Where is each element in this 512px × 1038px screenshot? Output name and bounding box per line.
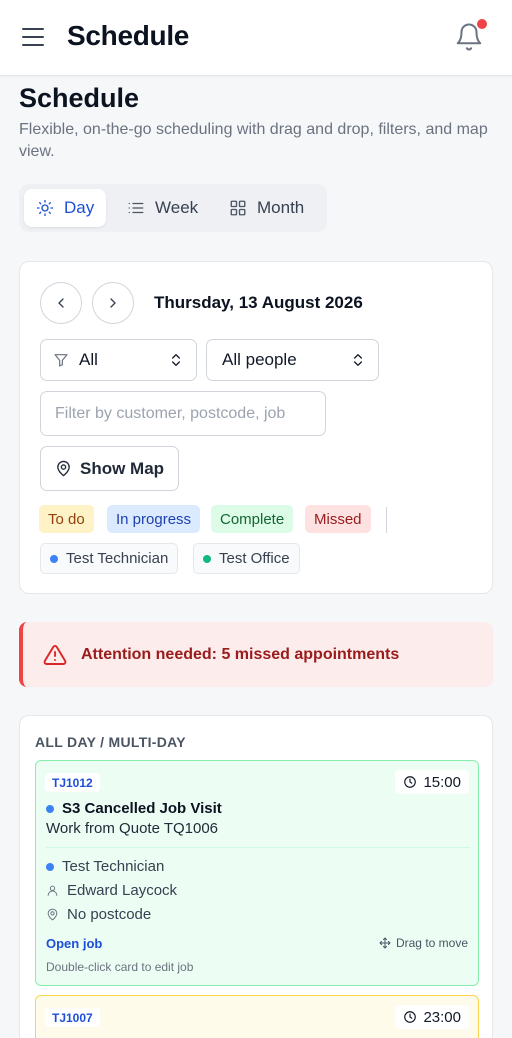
job-subtitle: Work from Quote TQ1006: [46, 820, 219, 837]
updown-chevron-icon: [172, 354, 180, 366]
person-color-dot: [203, 554, 211, 563]
job-customer-name: Edward Laycock: [67, 882, 178, 899]
filters-card: Thursday, 13 August 2026 All All people …: [19, 261, 493, 594]
warning-triangle-icon: [43, 644, 67, 665]
list-icon: [128, 202, 144, 214]
notification-badge: [477, 19, 487, 29]
job-technician: Test Technician: [46, 858, 164, 875]
sun-icon: [36, 199, 54, 217]
schedule-list: ALL DAY / MULTI-DAY TJ1012 15:00 S3 Canc…: [19, 715, 493, 1038]
move-icon: [379, 937, 391, 949]
people-select[interactable]: All people: [206, 339, 379, 381]
status-dot: [46, 804, 54, 813]
job-reference: TJ1012: [45, 773, 100, 792]
next-day-button[interactable]: [92, 282, 134, 324]
missed-appointments-alert: Attention needed: 5 missed appointments: [19, 622, 493, 687]
updown-chevron-icon: [354, 354, 362, 366]
job-time: 15:00: [395, 770, 469, 794]
current-date: Thursday, 13 August 2026: [154, 293, 363, 312]
tab-month-label: Month: [257, 198, 305, 217]
status-select[interactable]: All: [40, 339, 197, 381]
view-tabs: Day Week Month: [19, 184, 327, 232]
job-title: S3 Cancelled Job Visit: [46, 800, 222, 817]
job-customer: Edward Laycock: [46, 882, 177, 899]
job-time: 23:00: [395, 1005, 469, 1029]
person-color-dot: [50, 554, 58, 563]
show-map-label: Show Map: [80, 458, 165, 478]
job-postcode-text: No postcode: [67, 906, 152, 923]
grid-icon: [230, 200, 246, 216]
drag-handle[interactable]: Drag to move: [379, 936, 468, 950]
alert-text: Attention needed: 5 missed appointments: [81, 645, 400, 663]
job-postcode: No postcode: [46, 906, 151, 923]
show-map-button[interactable]: Show Map: [40, 446, 179, 491]
filter-icon: [54, 354, 68, 367]
hamburger-menu-icon[interactable]: [22, 28, 44, 46]
app-title: Schedule: [67, 20, 190, 51]
technician-dot: [46, 862, 54, 871]
status-select-value: All: [79, 350, 98, 369]
tab-month[interactable]: Month: [217, 189, 316, 227]
open-job-link[interactable]: Open job: [46, 936, 102, 951]
person-chip-label: Test Office: [219, 550, 290, 567]
chip-to-do[interactable]: To do: [39, 505, 94, 533]
prev-day-button[interactable]: [40, 282, 82, 324]
person-chip-test-office[interactable]: Test Office: [193, 543, 300, 574]
page-title: Schedule: [19, 83, 140, 113]
chip-in-progress[interactable]: In progress: [107, 505, 201, 533]
job-card[interactable]: TJ1012 15:00 S3 Cancelled Job Visit Work…: [35, 760, 479, 986]
divider: [46, 847, 470, 848]
chip-missed[interactable]: Missed: [305, 505, 371, 533]
top-bar: Schedule: [0, 0, 512, 76]
tab-week-label: Week: [155, 198, 199, 217]
tab-day-label: Day: [64, 198, 95, 217]
tab-week[interactable]: Week: [115, 189, 210, 227]
section-heading: ALL DAY / MULTI-DAY: [35, 734, 186, 750]
edit-hint: Double-click card to edit job: [46, 960, 194, 974]
chip-complete[interactable]: Complete: [211, 505, 294, 533]
person-chip-label: Test Technician: [66, 550, 169, 567]
job-reference: TJ1007: [45, 1008, 100, 1027]
job-time-value: 15:00: [423, 773, 461, 791]
job-time-value: 23:00: [423, 1008, 461, 1026]
job-card[interactable]: TJ1007 23:00: [35, 995, 479, 1038]
map-pin-icon: [57, 460, 70, 477]
clock-icon: [404, 1011, 417, 1023]
page-subtitle: Flexible, on-the-go scheduling with drag…: [19, 121, 488, 160]
tab-day[interactable]: Day: [24, 189, 107, 227]
people-select-value: All people: [222, 350, 297, 369]
chevron-left-icon: [58, 298, 64, 308]
drag-label: Drag to move: [395, 936, 468, 950]
chip-divider: [386, 507, 387, 533]
clock-icon: [404, 776, 417, 788]
job-title-text: S3 Cancelled Job Visit: [62, 800, 222, 817]
person-chip-test-technician[interactable]: Test Technician: [40, 543, 179, 574]
chevron-right-icon: [110, 298, 116, 308]
user-icon: [47, 885, 58, 896]
job-technician-name: Test Technician: [62, 858, 165, 875]
map-pin-icon: [47, 908, 58, 921]
search-input[interactable]: [40, 391, 326, 436]
